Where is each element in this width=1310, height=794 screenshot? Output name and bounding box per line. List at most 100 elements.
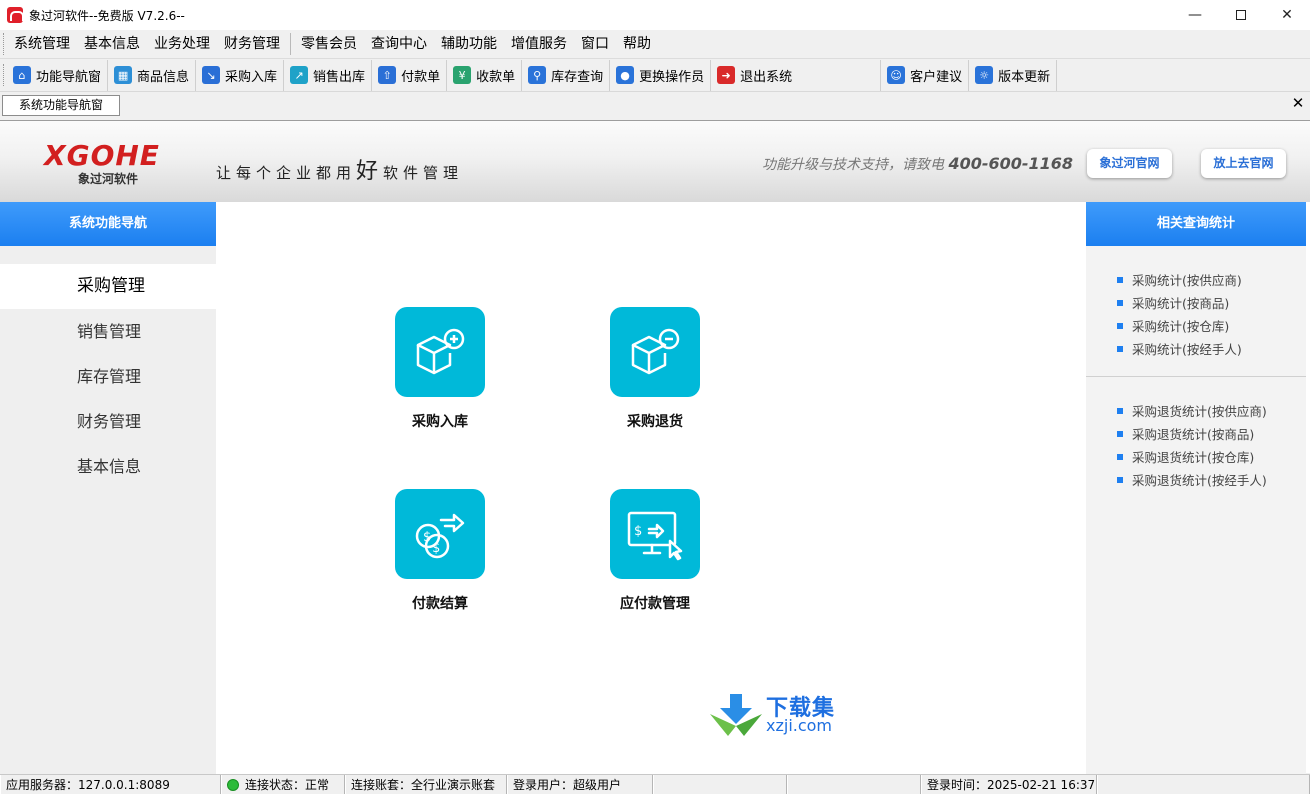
menu-bar: 系统管理 基本信息 业务处理 财务管理 零售会员 查询中心 辅助功能 增值服务 … — [0, 30, 1310, 59]
link-label: 采购统计(按供应商) — [1132, 273, 1242, 288]
status-account: 连接账套：全行业演示账套 — [345, 775, 507, 794]
toolbar: ⌂ 功能导航窗 ▦ 商品信息 ↘ 采购入库 ↗ 销售出库 ⇧ 付款单 ¥ 收款单… — [0, 59, 1310, 92]
bullet-icon — [1117, 430, 1123, 437]
feedback-icon: ☺ — [887, 66, 906, 84]
bullet-icon — [1117, 322, 1123, 329]
link-purchase-by-warehouse[interactable]: 采购统计(按仓库) — [1086, 314, 1306, 337]
toolbar-switch-user[interactable]: ● 更换操作员 — [610, 59, 712, 91]
toolbar-product-info[interactable]: ▦ 商品信息 — [108, 59, 197, 91]
func-label: 付款结算 — [412, 596, 468, 612]
toolbar-sales-out[interactable]: ↗ 销售出库 — [284, 59, 373, 91]
menu-finance[interactable]: 财务管理 — [217, 30, 287, 59]
coins-transfer-icon: $ $ — [395, 489, 485, 579]
func-payables-management[interactable]: $ 应付款管理 — [595, 489, 715, 613]
toolbar-label: 付款单 — [401, 69, 441, 85]
nav-item-sales[interactable]: 销售管理 — [0, 309, 216, 354]
toolbar-label: 更换操作员 — [639, 69, 705, 85]
official-site-button[interactable]: 象过河官网 — [1087, 149, 1172, 178]
menu-system[interactable]: 系统管理 — [7, 30, 77, 59]
download-arrow-icon — [710, 694, 762, 736]
toolbar-stock-search[interactable]: ⚲ 库存查询 — [522, 59, 611, 91]
brand-logo: XGOHE — [44, 139, 160, 172]
toolbar-label: 退出系统 — [740, 69, 793, 85]
link-label: 采购统计(按仓库) — [1132, 319, 1230, 334]
title-bar: 象过河软件--免费版 V7.2.6-- — ✕ — [0, 0, 1310, 30]
link-purchase-by-supplier[interactable]: 采购统计(按供应商) — [1086, 268, 1306, 291]
toolbar-feedback[interactable]: ☺ 客户建议 — [881, 59, 970, 91]
menu-separator — [290, 33, 291, 55]
toolbar-exit[interactable]: ➜ 退出系统 — [711, 59, 882, 91]
minimize-button[interactable]: — — [1172, 0, 1218, 30]
nav-item-finance[interactable]: 财务管理 — [0, 399, 216, 444]
svg-text:$: $ — [634, 524, 642, 539]
toolbar-nav-window[interactable]: ⌂ 功能导航窗 — [7, 59, 109, 91]
func-payment-settlement[interactable]: $ $ 付款结算 — [380, 489, 500, 613]
func-purchase-return[interactable]: 采购退货 — [595, 307, 715, 431]
status-login-time: 登录时间：2025-02-21 16:37 — [921, 775, 1097, 794]
menu-help[interactable]: 帮助 — [616, 30, 658, 59]
window-tab-row: 系统功能导航窗 ✕ — [0, 92, 1310, 118]
func-purchase-in[interactable]: 采购入库 — [380, 307, 500, 431]
link-purchase-by-product[interactable]: 采购统计(按商品) — [1086, 291, 1306, 314]
menu-value-added[interactable]: 增值服务 — [504, 30, 574, 59]
status-connection: 连接状态：正常 — [221, 775, 345, 794]
purchase-return-stats-group: 采购退货统计(按供应商) 采购退货统计(按商品) 采购退货统计(按仓库) 采购退… — [1086, 376, 1306, 507]
link-return-by-handler[interactable]: 采购退货统计(按经手人) — [1086, 468, 1306, 491]
link-return-by-supplier[interactable]: 采购退货统计(按供应商) — [1086, 399, 1306, 422]
toolbar-label: 采购入库 — [225, 69, 278, 85]
support-hotline: 功能升级与技术支持，请致电 400-600-1168 — [762, 154, 1073, 174]
hotline-text: 功能升级与技术支持，请致电 — [762, 157, 944, 173]
menu-assist[interactable]: 辅助功能 — [434, 30, 504, 59]
svg-text:$: $ — [423, 530, 431, 545]
product-info-icon: ▦ — [114, 66, 133, 84]
menu-basic-info[interactable]: 基本信息 — [77, 30, 147, 59]
connection-ok-icon — [227, 779, 239, 791]
link-purchase-by-handler[interactable]: 采购统计(按经手人) — [1086, 337, 1306, 360]
menu-retail-member[interactable]: 零售会员 — [294, 30, 364, 59]
toolbar-payment[interactable]: ⇧ 付款单 — [372, 59, 448, 91]
link-return-by-warehouse[interactable]: 采购退货统计(按仓库) — [1086, 445, 1306, 468]
status-empty-2 — [787, 775, 921, 794]
bullet-icon — [1117, 299, 1123, 306]
nav-item-basic-info[interactable]: 基本信息 — [0, 444, 216, 489]
slogan: 让每个企业都用好软件管理 — [216, 153, 463, 185]
box-plus-icon — [395, 307, 485, 397]
function-area: 采购入库 采购退货 $ $ 付款结算 $ 应付款管理 下载集 xzji.com — [216, 202, 1086, 774]
left-nav-header: 系统功能导航 — [0, 202, 216, 246]
left-navigation: 系统功能导航 采购管理 销售管理 库存管理 财务管理 基本信息 — [0, 202, 216, 774]
func-label: 应付款管理 — [620, 596, 690, 612]
close-tab-button[interactable]: ✕ — [1289, 94, 1307, 112]
purchase-in-icon: ↘ — [202, 66, 221, 84]
receipt-icon: ¥ — [453, 66, 472, 84]
maximize-button[interactable] — [1218, 0, 1264, 30]
link-label: 采购退货统计(按供应商) — [1132, 404, 1267, 419]
link-return-by-product[interactable]: 采购退货统计(按商品) — [1086, 422, 1306, 445]
nav-item-inventory[interactable]: 库存管理 — [0, 354, 216, 399]
tab-system-nav[interactable]: 系统功能导航窗 — [2, 95, 120, 116]
menu-window[interactable]: 窗口 — [574, 30, 616, 59]
close-window-button[interactable]: ✕ — [1264, 0, 1310, 30]
stock-search-icon: ⚲ — [528, 66, 547, 84]
watermark-logo: 下载集 xzji.com — [710, 690, 850, 738]
status-connection-text: 连接状态：正常 — [245, 778, 330, 792]
fangshangqu-site-button[interactable]: 放上去官网 — [1201, 149, 1286, 178]
window-title: 象过河软件--免费版 V7.2.6-- — [29, 8, 185, 23]
toolbar-label: 库存查询 — [551, 69, 604, 85]
left-nav-list: 采购管理 销售管理 库存管理 财务管理 基本信息 — [0, 264, 216, 489]
slogan-part-b: 软件管理 — [383, 164, 464, 182]
toolbar-version-update[interactable]: ☼ 版本更新 — [969, 59, 1058, 91]
toolbar-label: 功能导航窗 — [36, 69, 102, 85]
menu-business[interactable]: 业务处理 — [147, 30, 217, 59]
brand-logo-subtitle: 象过河软件 — [78, 172, 139, 186]
hotline-number: 400-600-1168 — [948, 154, 1074, 173]
toolbar-label: 商品信息 — [137, 69, 190, 85]
monitor-payment-icon: $ — [610, 489, 700, 579]
toolbar-purchase-in[interactable]: ↘ 采购入库 — [196, 59, 285, 91]
payment-icon: ⇧ — [378, 66, 397, 84]
watermark-domain: xzji.com — [766, 716, 833, 735]
func-label: 采购退货 — [627, 414, 683, 430]
nav-item-purchase[interactable]: 采购管理 — [0, 264, 216, 309]
toolbar-receipt[interactable]: ¥ 收款单 — [447, 59, 523, 91]
switch-user-icon: ● — [616, 66, 635, 84]
menu-query-center[interactable]: 查询中心 — [364, 30, 434, 59]
